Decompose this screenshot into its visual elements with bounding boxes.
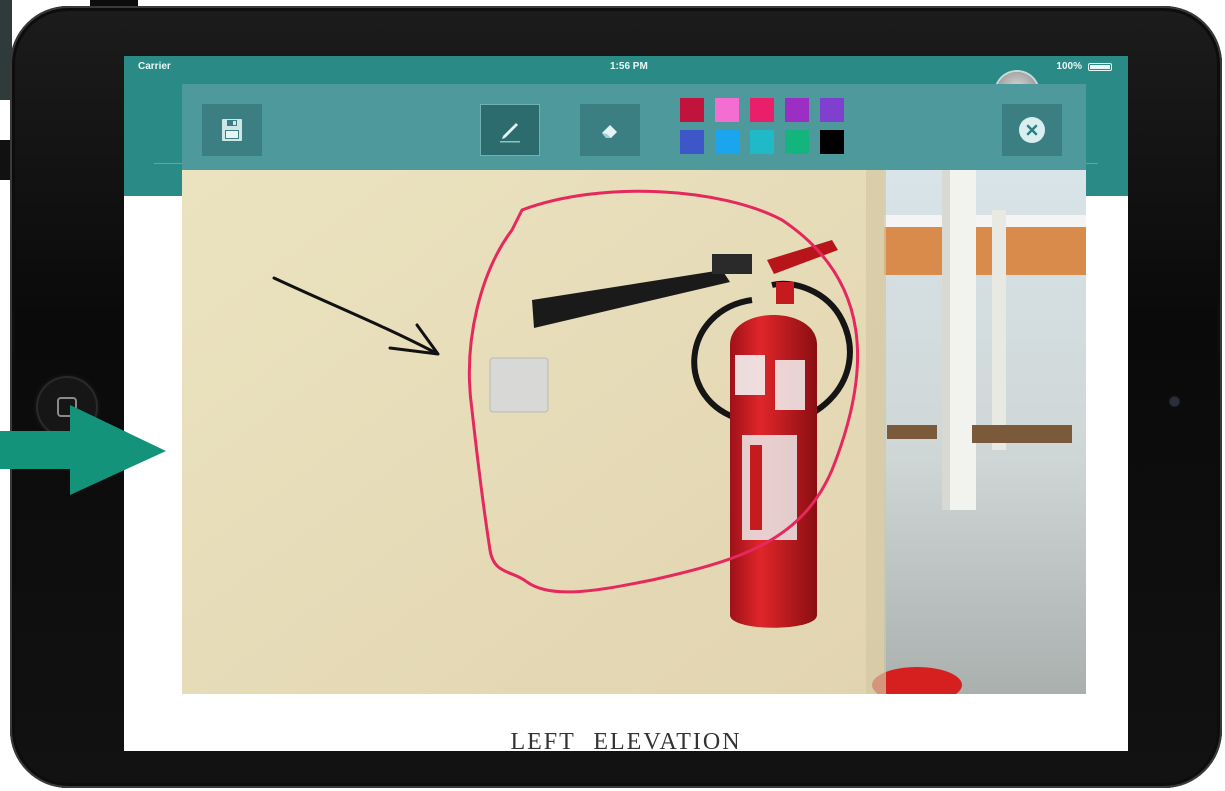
close-button[interactable] [1002, 104, 1062, 156]
color-swatch[interactable] [785, 130, 809, 154]
status-time: 1:56 PM [610, 61, 648, 72]
color-swatch[interactable] [715, 98, 739, 122]
front-camera [1170, 397, 1179, 406]
color-swatch[interactable] [680, 98, 704, 122]
annotated-photo[interactable] [182, 170, 1086, 694]
floppy-disk-icon [222, 119, 242, 141]
eraser-icon [602, 125, 617, 138]
photo-canvas [182, 170, 1086, 694]
pointer-arrow [0, 405, 166, 495]
tablet-device-frame: Carrier 1:56 PM 100% LEFT ELEVATION [10, 6, 1222, 788]
close-x-icon [1026, 124, 1038, 136]
screen: Carrier 1:56 PM 100% LEFT ELEVATION [124, 56, 1128, 751]
battery-percent: 100% [1056, 61, 1082, 72]
wall-plate [489, 357, 549, 413]
color-swatch[interactable] [715, 130, 739, 154]
color-swatch[interactable] [750, 130, 774, 154]
color-swatch[interactable] [680, 130, 704, 154]
carrier-label: Carrier [138, 61, 171, 72]
eraser-tool-button[interactable] [580, 104, 640, 156]
status-bar: Carrier 1:56 PM 100% [124, 56, 1128, 76]
bench [972, 425, 1072, 443]
pen-tool-button[interactable] [480, 104, 540, 156]
battery-icon [1088, 63, 1112, 71]
color-swatch[interactable] [820, 130, 844, 154]
drawing-toolbar [182, 84, 1086, 170]
photo-caption: LEFT ELEVATION [510, 729, 742, 751]
save-button[interactable] [202, 104, 262, 156]
color-swatch[interactable] [820, 98, 844, 122]
pencil-icon [500, 123, 520, 143]
color-swatch[interactable] [785, 98, 809, 122]
color-swatch[interactable] [750, 98, 774, 122]
